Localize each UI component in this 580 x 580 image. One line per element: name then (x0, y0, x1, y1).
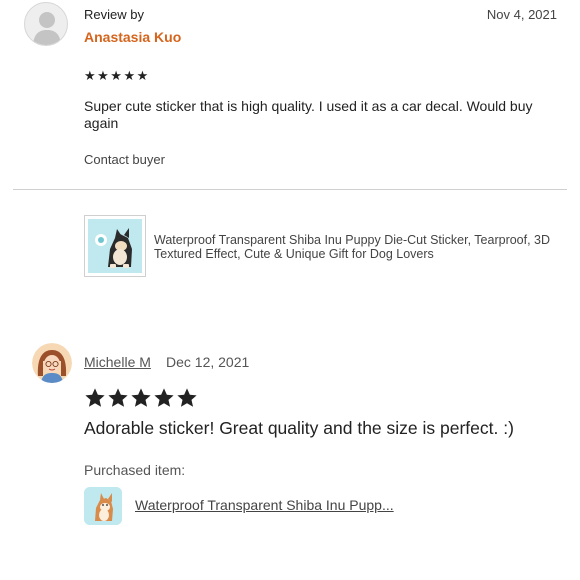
star-rating (84, 387, 198, 409)
reviewer-name[interactable]: Anastasia Kuo (84, 29, 181, 45)
reviews-page: Review by Anastasia Kuo Nov 4, 2021 ★★★★… (0, 0, 580, 580)
contact-buyer-link[interactable]: Contact buyer (84, 152, 165, 167)
purchased-item-label: Purchased item: (84, 462, 186, 478)
star-icon (154, 388, 174, 407)
shiba-sticker-icon (84, 487, 122, 525)
shiba-sticker-icon (88, 219, 142, 273)
divider (13, 189, 567, 190)
product-thumbnail[interactable] (84, 215, 146, 277)
reviewer-name[interactable]: Michelle M (84, 354, 151, 370)
default-avatar-icon (24, 2, 68, 46)
review-text: Adorable sticker! Great quality and the … (84, 418, 514, 438)
star-icon (177, 388, 197, 407)
user-avatar[interactable] (32, 343, 72, 383)
purchased-item-link[interactable]: Waterproof Transparent Shiba Inu Pupp... (135, 497, 415, 513)
star-icon (108, 388, 128, 407)
review-text: Super cute sticker that is high quality.… (84, 98, 533, 131)
purchased-item-thumbnail[interactable] (84, 487, 122, 525)
star-icon (85, 388, 105, 407)
star-rating: ★★★★★ (84, 68, 150, 83)
star-icon (131, 388, 151, 407)
review-date: Nov 4, 2021 (486, 7, 557, 22)
product-title-link[interactable]: Waterproof Transparent Shiba Inu Puppy D… (154, 233, 564, 261)
review-date: Dec 12, 2021 (166, 354, 250, 370)
review-by-label: Review by (84, 7, 144, 22)
